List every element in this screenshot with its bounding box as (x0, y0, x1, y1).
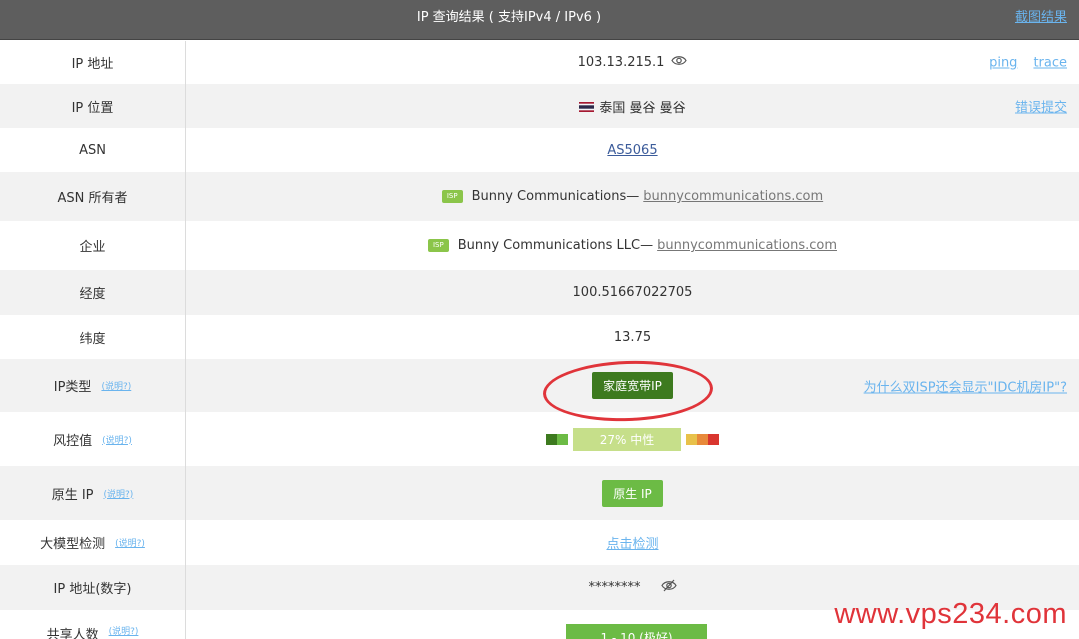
click-detect-link[interactable]: 点击检测 (606, 533, 658, 552)
trace-link[interactable]: trace (1033, 55, 1067, 70)
report-error-link[interactable]: 错误提交 (1015, 97, 1067, 116)
asn-owner-domain-link[interactable]: bunnycommunications.com (643, 189, 823, 204)
isp-badge: ISP (441, 190, 463, 203)
row-value: 13.75 (186, 315, 1079, 359)
row-label: IP类型 (说明?) (0, 359, 186, 412)
row-value: 27% 中性 (186, 412, 1079, 466)
help-link[interactable]: (说明?) (102, 433, 132, 446)
help-link[interactable]: (说明?) (109, 624, 139, 637)
ip-result-table: IP 地址 103.13.215.1 ping trace IP 位置 泰国 曼… (0, 41, 1079, 639)
row-value: 家庭宽带IP 为什么双ISP还会显示"IDC机房IP"? (186, 358, 1079, 424)
row-value: AS5065 (186, 128, 1079, 172)
row-risk-score: 风控值 (说明?) 27% 中性 (0, 412, 1079, 466)
llm-label: 大模型检测 (40, 537, 106, 552)
row-label: 企业 (0, 221, 186, 270)
ip-tools: ping trace (989, 55, 1067, 70)
row-value: 点击检测 (186, 520, 1079, 565)
row-label: ASN 所有者 (0, 172, 186, 221)
row-asn-owner: ASN 所有者 ISP Bunny Communications— bunnyc… (0, 172, 1079, 221)
isp-badge: ISP (427, 239, 449, 252)
screenshot-result-link[interactable]: 截图结果 (1015, 6, 1067, 25)
eye-icon[interactable] (671, 55, 688, 70)
row-longitude: 经度 100.51667022705 (0, 270, 1079, 315)
row-label: IP 地址 (0, 41, 186, 84)
row-value: 100.51667022705 (186, 270, 1079, 315)
row-label: 风控值 (说明?) (0, 412, 186, 466)
row-label: 共享人数 (说明?) (0, 610, 186, 639)
row-native-ip: 原生 IP (说明?) 原生 IP (0, 466, 1079, 520)
location-value: 泰国 曼谷 曼谷 (599, 100, 686, 116)
row-value: 原生 IP (186, 466, 1079, 520)
row-ip-type: IP类型 (说明?) 家庭宽带IP 为什么双ISP还会显示"IDC机房IP"? (0, 358, 1079, 424)
latitude-value: 13.75 (613, 329, 652, 345)
thailand-flag-icon (579, 101, 595, 112)
ip-value: 103.13.215.1 (577, 55, 665, 70)
risk-segment (557, 433, 568, 445)
asn-link[interactable]: AS5065 (607, 143, 657, 158)
row-label: 原生 IP (说明?) (0, 466, 186, 520)
ip-type-label: IP类型 (53, 380, 92, 395)
row-value: ISP Bunny Communications LLC— bunnycommu… (186, 221, 1079, 270)
row-label: IP 地址(数字) (0, 565, 186, 610)
native-ip-badge: 原生 IP (602, 479, 663, 507)
eye-off-icon[interactable] (660, 579, 677, 596)
ping-link[interactable]: ping (989, 55, 1017, 70)
help-link[interactable]: (说明?) (101, 379, 131, 392)
ip-type-tools: 为什么双ISP还会显示"IDC机房IP"? (864, 376, 1067, 395)
row-value: ISP Bunny Communications— bunnycommunica… (186, 172, 1079, 221)
asn-owner-name: Bunny Communications— (471, 189, 640, 204)
row-llm-detection: 大模型检测 (说明?) 点击检测 (0, 520, 1079, 565)
row-latitude: 纬度 13.75 (0, 315, 1079, 359)
row-ip-address: IP 地址 103.13.215.1 ping trace (0, 41, 1079, 84)
row-label: 纬度 (0, 315, 186, 359)
row-label: 经度 (0, 270, 186, 315)
row-label: ASN (0, 128, 186, 172)
risk-meter: 27% 中性 (546, 427, 719, 451)
longitude-value: 100.51667022705 (572, 285, 693, 300)
shared-users-badge: 1 - 10 (极好) (566, 624, 707, 639)
risk-segment (546, 433, 557, 445)
help-link[interactable]: (说明?) (115, 536, 145, 549)
row-asn: ASN AS5065 (0, 128, 1079, 172)
row-label: IP 位置 (0, 84, 186, 128)
row-company: 企业 ISP Bunny Communications LLC— bunnyco… (0, 221, 1079, 270)
shared-label: 共享人数 (46, 628, 99, 639)
risk-value-bar: 27% 中性 (573, 427, 681, 451)
row-ip-location: IP 位置 泰国 曼谷 曼谷 错误提交 (0, 84, 1079, 128)
row-value: 103.13.215.1 ping trace (186, 41, 1079, 84)
risk-segment (697, 433, 708, 445)
risk-segment (708, 433, 719, 445)
risk-label: 风控值 (53, 433, 93, 449)
row-value: 泰国 曼谷 曼谷 错误提交 (186, 84, 1079, 128)
risk-segment (686, 433, 697, 445)
result-header: IP 查询结果 ( 支持IPv4 / IPv6 ) 截图结果 (0, 0, 1079, 40)
location-tools: 错误提交 (1015, 97, 1067, 116)
site-watermark: www.vps234.com (834, 598, 1067, 630)
row-label: 大模型检测 (说明?) (0, 520, 186, 565)
ip-type-badge: 家庭宽带IP (592, 372, 673, 399)
company-domain-link[interactable]: bunnycommunications.com (657, 238, 837, 253)
ip-numeric-value: ******** (588, 580, 641, 595)
help-link[interactable]: (说明?) (104, 487, 134, 500)
company-name: Bunny Communications LLC— (457, 238, 654, 253)
why-idc-link[interactable]: 为什么双ISP还会显示"IDC机房IP"? (864, 376, 1067, 395)
header-title: IP 查询结果 ( 支持IPv4 / IPv6 ) (416, 10, 602, 25)
native-label: 原生 IP (51, 487, 94, 503)
